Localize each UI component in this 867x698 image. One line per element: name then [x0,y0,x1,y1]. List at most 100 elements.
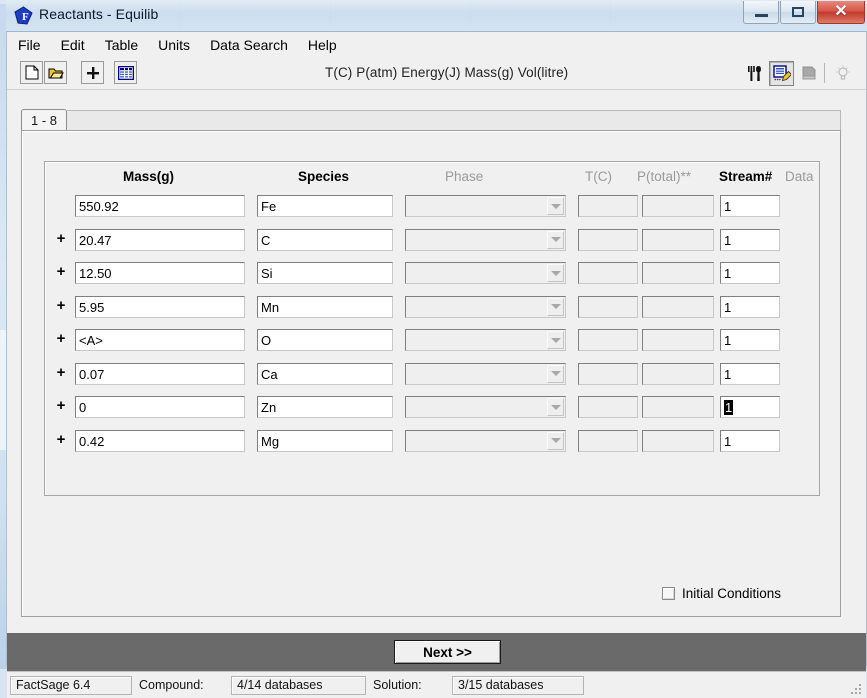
initial-conditions-checkbox[interactable] [662,587,675,600]
stream-input[interactable]: 1 [720,195,780,217]
initial-conditions-label: Initial Conditions [682,586,782,601]
temperature-input[interactable] [578,295,638,318]
pressure-input[interactable] [642,429,714,452]
stream-input[interactable]: 1 [720,362,780,385]
chevron-down-icon[interactable] [547,431,564,450]
pressure-input[interactable] [642,262,714,284]
temperature-input[interactable] [578,228,638,251]
temperature-input[interactable] [578,429,638,452]
factsage-f-icon: F [14,6,33,25]
title-bar: F Reactants - Equilib ✕ [6,0,867,32]
species-input[interactable]: Fe [257,195,393,217]
chevron-down-icon[interactable] [547,264,564,282]
pressure-input[interactable] [642,195,714,217]
note-edit-icon[interactable] [769,60,794,86]
table-row: +5.95 Mn 1 [45,291,821,324]
pressure-input[interactable] [642,396,714,418]
row-plus-operator: + [56,363,66,381]
phase-dropdown[interactable] [405,362,566,385]
chevron-down-icon[interactable] [547,364,564,383]
cutlery-icon[interactable] [742,61,767,86]
units-display[interactable]: T(C) P(atm) Energy(J) Mass(g) Vol(litre) [325,65,568,80]
tab-strip-filler [67,110,841,131]
tab-1-8[interactable]: 1 - 8 [21,109,67,131]
toolbar: T(C) P(atm) Energy(J) Mass(g) Vol(litre) [7,57,866,90]
species-input[interactable]: C [257,228,393,251]
species-input[interactable]: Zn [257,396,393,418]
menu-file[interactable]: File [9,34,50,56]
pressure-input[interactable] [642,295,714,318]
mass-input[interactable]: 0.07 [75,362,245,385]
stream-input[interactable]: 1 [720,295,780,318]
menu-help[interactable]: Help [299,34,346,56]
species-input[interactable]: O [257,329,393,351]
status-compound-label: Compound: [139,678,204,692]
status-compound-value[interactable]: 4/14 databases [231,675,366,695]
stream-input[interactable]: 1 [720,228,780,251]
close-icon: ✕ [834,3,848,20]
table-grid-icon[interactable] [114,61,137,84]
temperature-input[interactable] [578,195,638,217]
temperature-input[interactable] [578,329,638,351]
maximize-button[interactable] [780,1,816,24]
chevron-down-icon[interactable] [547,297,564,316]
menu-bar: File Edit Table Units Data Search Help [7,32,866,57]
mass-input[interactable]: 0.42 [75,429,245,452]
clipboard-icon [796,61,821,86]
close-button[interactable]: ✕ [817,1,865,24]
temperature-input[interactable] [578,396,638,418]
row-plus-operator: + [56,229,66,247]
mass-input[interactable]: 12.50 [75,262,245,284]
species-input[interactable]: Si [257,262,393,284]
status-solution-value[interactable]: 3/15 databases [452,675,584,695]
pressure-input[interactable] [642,228,714,251]
next-button[interactable]: Next >> [394,640,501,664]
window-controls: ✕ [742,1,865,25]
menu-units[interactable]: Units [149,34,199,56]
chevron-down-icon[interactable] [547,331,564,349]
mass-input[interactable]: 20.47 [75,228,245,251]
stream-input[interactable]: 1 [720,429,780,452]
initial-conditions-group[interactable]: Initial Conditions [662,586,781,601]
stream-input[interactable]: 1 [720,262,780,284]
pressure-input[interactable] [642,329,714,351]
phase-dropdown[interactable] [405,228,566,251]
mass-input[interactable]: <A> [75,329,245,351]
table-row: 550.92 Fe 1 [45,190,821,223]
resize-grip-icon[interactable] [849,682,863,696]
phase-dropdown[interactable] [405,295,566,318]
stream-input[interactable]: 1 [720,396,780,418]
new-document-icon[interactable] [20,61,43,84]
header-species: Species [298,169,350,184]
phase-dropdown[interactable] [405,429,566,452]
menu-table[interactable]: Table [96,34,147,56]
header-phase: Phase [445,169,484,184]
open-folder-icon[interactable] [44,61,67,84]
menu-data-search[interactable]: Data Search [201,34,297,56]
row-plus-operator: + [56,397,66,414]
menu-edit[interactable]: Edit [52,34,94,56]
mass-input[interactable]: 5.95 [75,295,245,318]
mass-input[interactable]: 550.92 [75,195,245,217]
minimize-button[interactable] [743,1,779,24]
row-plus-operator: + [56,430,66,448]
chevron-down-icon[interactable] [547,398,564,416]
phase-dropdown[interactable] [405,329,566,351]
species-input[interactable]: Mg [257,429,393,452]
plus-icon[interactable] [81,61,104,84]
temperature-input[interactable] [578,362,638,385]
mass-input[interactable]: 0 [75,396,245,418]
chevron-down-icon[interactable] [547,230,564,249]
chevron-down-icon[interactable] [547,197,564,215]
phase-dropdown[interactable] [405,195,566,217]
phase-dropdown[interactable] [405,262,566,284]
pressure-input[interactable] [642,362,714,385]
header-ptotal: P(total)** [637,169,692,184]
phase-dropdown[interactable] [405,396,566,418]
species-input[interactable]: Ca [257,362,393,385]
temperature-input[interactable] [578,262,638,284]
status-solution-label: Solution: [373,678,422,692]
status-bar: FactSage 6.4 Compound: 4/14 databases So… [7,671,866,698]
stream-input[interactable]: 1 [720,329,780,351]
species-input[interactable]: Mn [257,295,393,318]
